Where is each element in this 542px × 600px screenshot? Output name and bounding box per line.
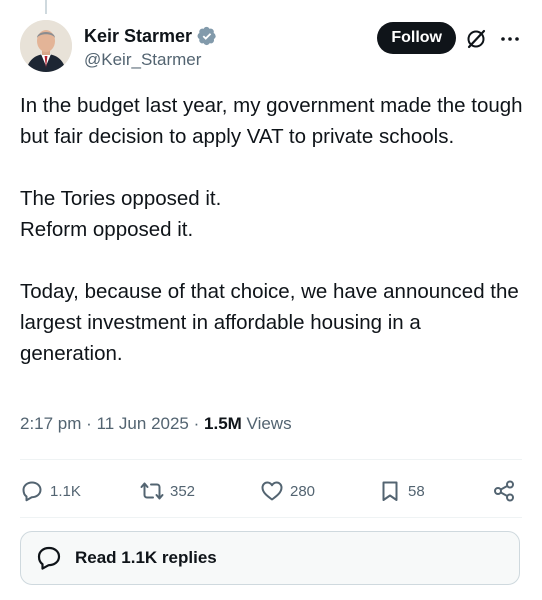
bookmark-button[interactable]: 58 [378, 478, 425, 504]
bookmark-count: 58 [408, 482, 425, 500]
repost-icon [140, 482, 164, 500]
author-handle[interactable]: @Keir_Starmer [84, 50, 217, 70]
tweet-paragraph: Today, because of that choice, we have a… [20, 280, 519, 365]
reply-icon [22, 481, 42, 502]
divider [20, 459, 522, 460]
heart-icon [261, 481, 283, 501]
divider [20, 517, 522, 518]
tweet-text: In the budget last year, my government m… [20, 90, 525, 369]
author-display-name[interactable]: Keir Starmer [84, 26, 192, 47]
views-label: Views [246, 414, 292, 433]
tweet-time[interactable]: 2:17 pm [20, 414, 81, 433]
meta-separator: · [86, 414, 97, 433]
tweet-date[interactable]: 11 Jun 2025 [97, 414, 189, 433]
thread-connector-line [45, 0, 47, 14]
like-count: 280 [290, 482, 316, 500]
like-button[interactable]: 280 [260, 478, 315, 504]
reply-count: 1.1K [50, 482, 81, 500]
verified-badge-icon [197, 26, 217, 46]
grok-icon[interactable] [464, 27, 488, 51]
meta-separator: · [193, 414, 205, 433]
avatar[interactable] [20, 20, 72, 72]
tweet-paragraph: The Tories opposed it. Reform opposed it… [20, 187, 222, 241]
bookmark-icon [382, 481, 398, 501]
follow-button[interactable]: Follow [377, 22, 456, 54]
reply-button[interactable]: 1.1K [20, 478, 81, 504]
action-bar: 1.1K 352 280 58 [20, 478, 522, 504]
author-names: Keir Starmer @Keir_Starmer [84, 24, 217, 70]
views-count[interactable]: 1.5M [204, 414, 242, 433]
tweet-metadata: 2:17 pm · 11 Jun 2025 · 1.5M Views [20, 414, 292, 434]
repost-count: 352 [170, 482, 196, 500]
repost-button[interactable]: 352 [140, 478, 195, 504]
read-replies-button[interactable]: Read 1.1K replies [20, 531, 520, 585]
share-button[interactable] [492, 478, 516, 504]
share-icon [494, 480, 514, 502]
tweet-paragraph: In the budget last year, my government m… [20, 94, 523, 148]
reply-bubble-icon [37, 546, 61, 570]
more-options-icon[interactable] [498, 27, 522, 51]
tweet-header: Keir Starmer @Keir_Starmer Follow [20, 20, 522, 74]
read-replies-label: Read 1.1K replies [75, 548, 217, 567]
